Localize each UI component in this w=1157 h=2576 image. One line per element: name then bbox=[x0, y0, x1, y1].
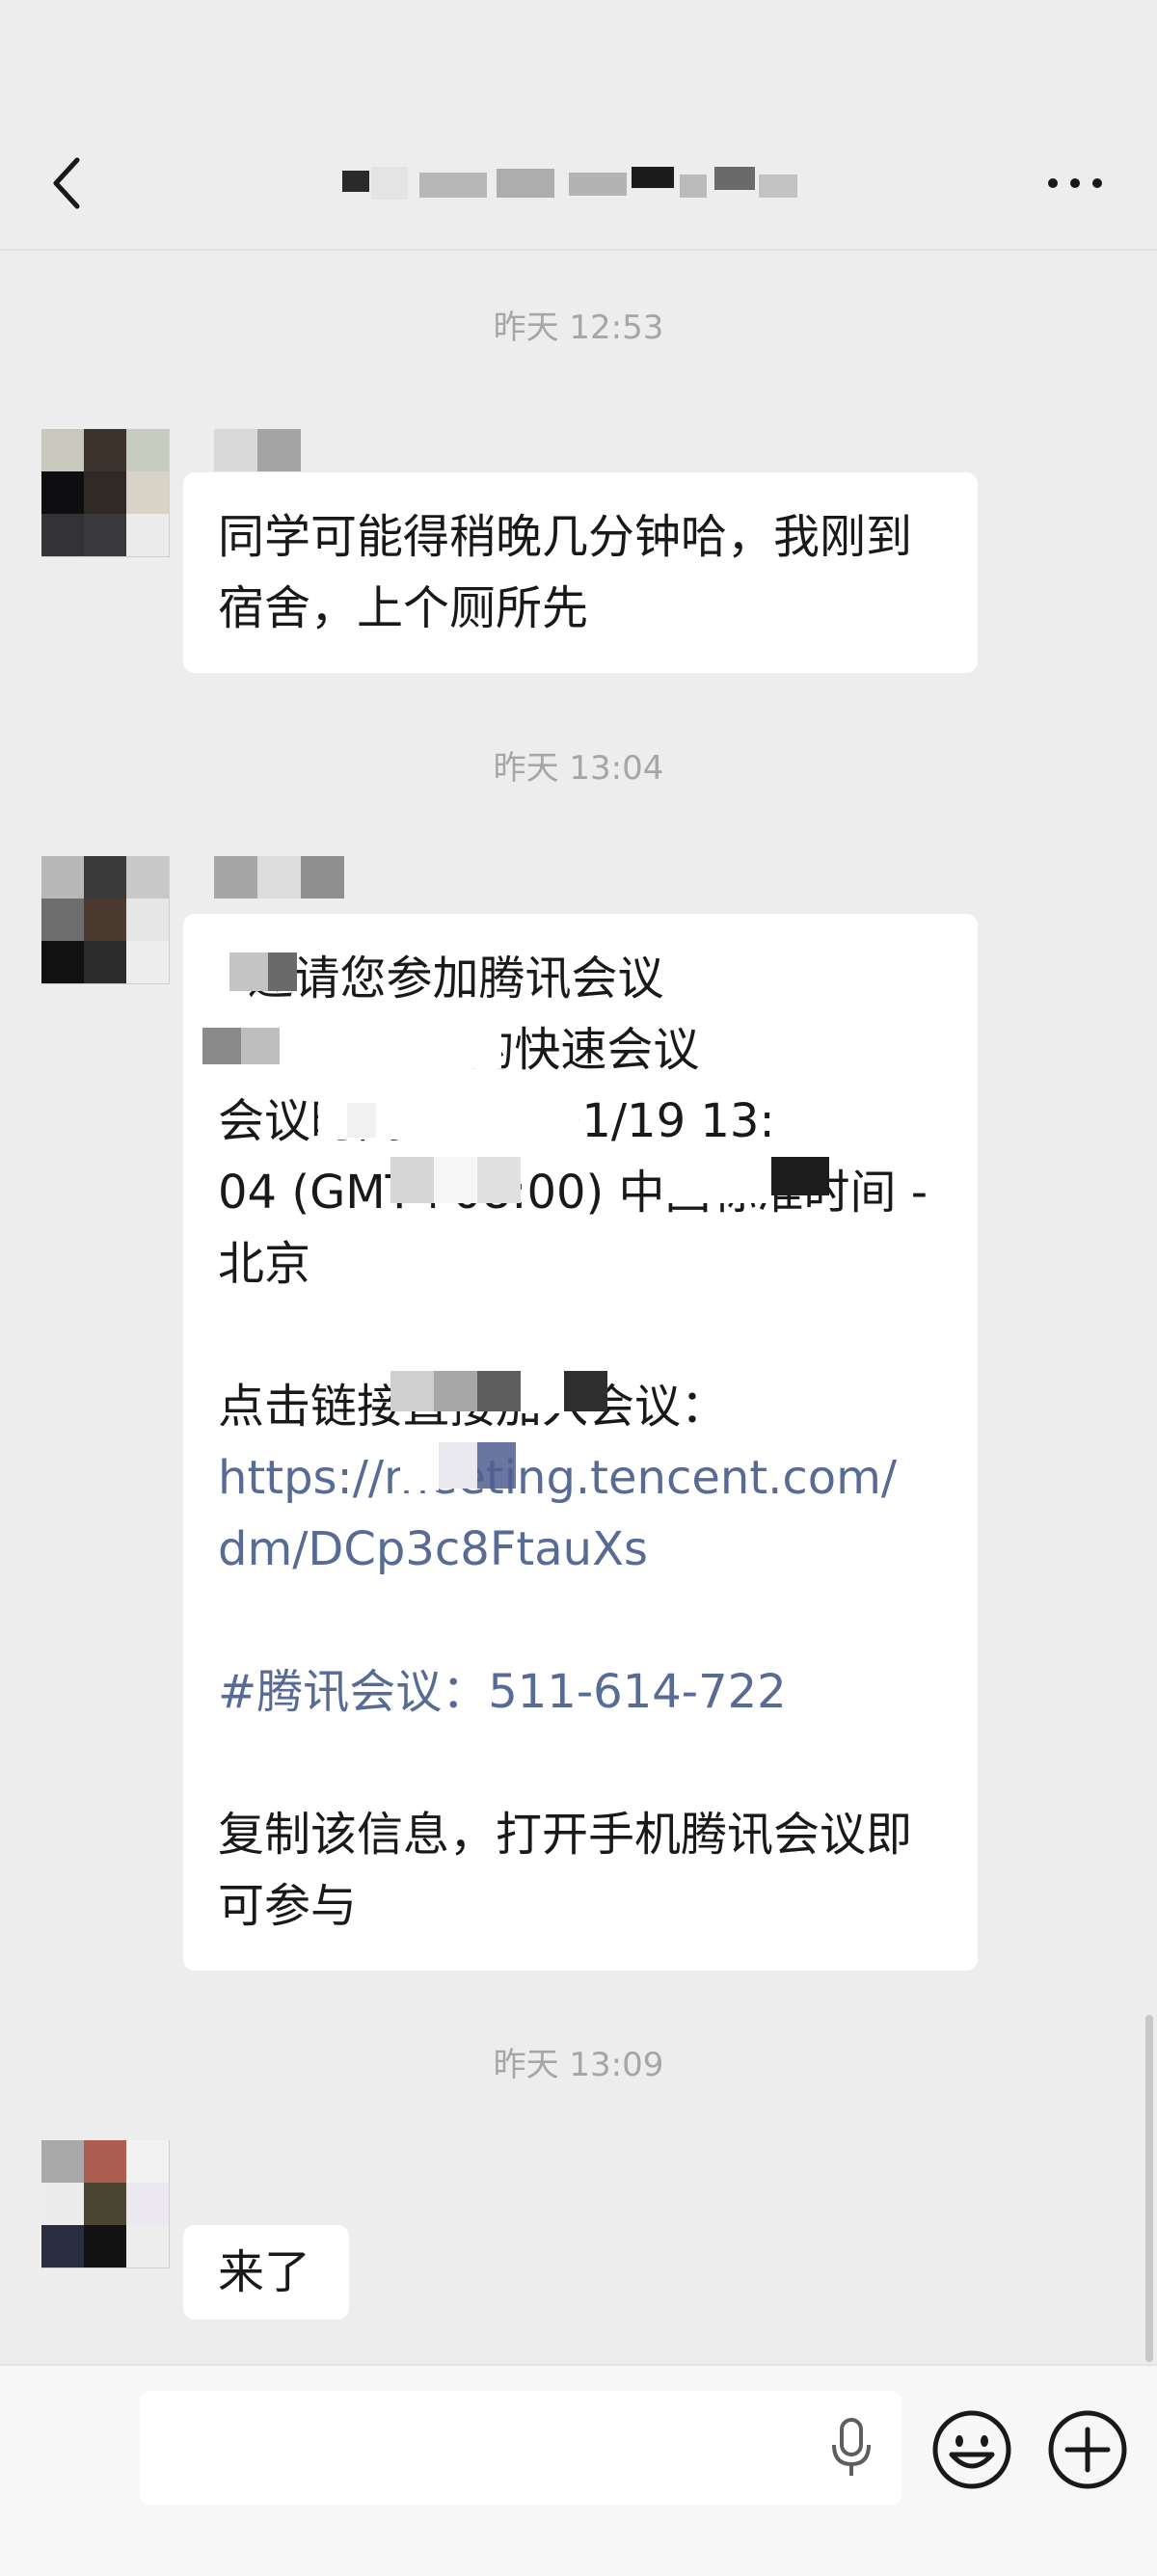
sender-name-censored bbox=[214, 429, 301, 471]
meeting-link[interactable]: dm/DCp3c8FtauXs bbox=[218, 1514, 943, 1585]
emoji-button[interactable] bbox=[930, 2408, 1013, 2491]
meeting-link[interactable]: https://meeting.tencent.com/ bbox=[218, 1442, 943, 1514]
timestamp: 昨天 13:09 bbox=[493, 2046, 664, 2084]
voice-button[interactable] bbox=[820, 2416, 883, 2480]
header-divider bbox=[0, 249, 1157, 251]
plus-circle-icon bbox=[1048, 2410, 1127, 2489]
censor-mosaic bbox=[390, 1367, 632, 1413]
copy-instruction: 可参与 bbox=[218, 1879, 358, 1933]
sender-name-censored bbox=[214, 856, 344, 899]
more-dots-icon bbox=[1048, 178, 1102, 188]
copy-instruction: 复制该信息，打开手机腾讯会议即 bbox=[218, 1808, 913, 1862]
censor-mosaic bbox=[318, 1093, 578, 1140]
message-bubble[interactable]: 来了 bbox=[183, 2225, 349, 2320]
censor-mosaic bbox=[400, 1440, 516, 1490]
avatar[interactable] bbox=[41, 856, 170, 984]
plus-button[interactable] bbox=[1046, 2408, 1129, 2491]
microphone-icon bbox=[832, 2418, 871, 2476]
meeting-id-link[interactable]: #腾讯会议：511-614-722 bbox=[218, 1656, 943, 1728]
message-text-line: 同学可能得稍晚几分钟哈，我刚到 bbox=[218, 510, 913, 564]
message-text-line: 宿舍，上个厕所先 bbox=[218, 581, 589, 635]
avatar[interactable] bbox=[41, 429, 170, 557]
message-bubble-meeting-invite[interactable]: 邀请您参加腾讯会议 的快速会议 会议时间： 01/19 13: 04 (GMT+… bbox=[183, 914, 978, 1971]
invite-line: 04 (GMT+08:00) 中国标准时间 - bbox=[218, 1166, 928, 1220]
timestamp: 昨天 13:04 bbox=[493, 749, 664, 788]
message-input[interactable] bbox=[140, 2391, 901, 2505]
censor-mosaic bbox=[193, 949, 299, 995]
invite-line: 北京 bbox=[218, 1237, 311, 1291]
message-bubble[interactable]: 同学可能得稍晚几分钟哈，我刚到 宿舍，上个厕所先 bbox=[183, 472, 978, 673]
scrollbar[interactable] bbox=[1145, 2015, 1153, 2362]
censor-mosaic bbox=[390, 1157, 521, 1203]
timestamp: 昨天 12:53 bbox=[493, 309, 664, 347]
chevron-left-icon bbox=[53, 157, 80, 209]
invite-line: 邀请您参加腾讯会议 bbox=[218, 952, 664, 1006]
avatar[interactable] bbox=[41, 2140, 170, 2268]
chat-title bbox=[270, 149, 887, 217]
more-button[interactable] bbox=[1032, 154, 1118, 212]
censored-title-mosaic bbox=[342, 167, 815, 203]
censor-mosaic bbox=[665, 1157, 829, 1203]
message-text: 来了 bbox=[218, 2245, 311, 2299]
input-bar bbox=[0, 2364, 1157, 2576]
back-button[interactable] bbox=[39, 145, 96, 222]
chat-header bbox=[0, 0, 1157, 251]
emoji-icon bbox=[932, 2410, 1011, 2489]
censor-mosaic bbox=[193, 1022, 501, 1068]
